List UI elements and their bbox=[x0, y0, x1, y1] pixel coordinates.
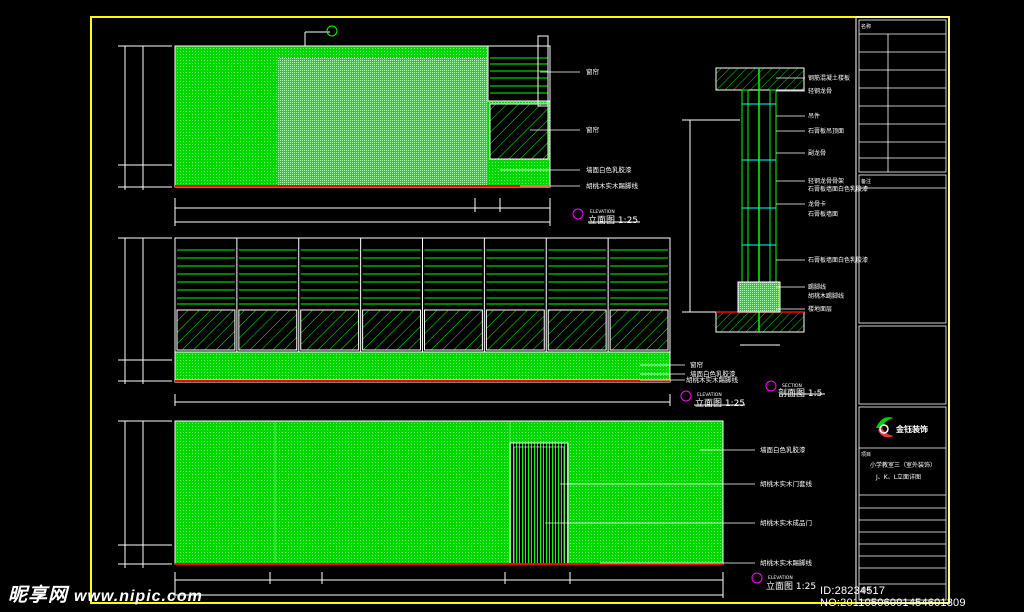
ec-label-3: 胡桃木实木成品门 bbox=[760, 518, 812, 527]
ec-caption: 立面图 1:25 bbox=[766, 580, 816, 592]
inner-border bbox=[855, 16, 950, 604]
watermark-site-name: 昵享网 bbox=[8, 585, 69, 606]
tb-label-1: 名称 bbox=[861, 23, 871, 30]
section-detail bbox=[682, 67, 825, 395]
sec-label-11: 踢脚线 bbox=[808, 283, 826, 291]
sec-label-3: 吊件 bbox=[808, 112, 820, 120]
ea-label-3: 墙面白色乳胶漆 bbox=[586, 165, 632, 174]
sec-label-4: 石膏板吊顶面 bbox=[808, 127, 844, 135]
eb-caption-small: ELEVATION bbox=[697, 392, 722, 398]
ec-label-4: 胡桃木实木踢脚线 bbox=[760, 558, 813, 567]
sec-label-8: 龙骨卡 bbox=[808, 200, 826, 208]
sec-label-12: 胡桃木踢脚线 bbox=[808, 292, 844, 300]
eb-label-3: 胡桃木实木踢脚线 bbox=[686, 375, 739, 384]
elevation-a bbox=[118, 25, 640, 226]
sec-label-9: 石膏板墙面 bbox=[808, 210, 838, 218]
tb-label-3: 项目 bbox=[861, 452, 871, 458]
watermark-url: www.nipic.com bbox=[74, 588, 203, 605]
company-logo bbox=[876, 417, 894, 438]
eb-caption: 立面图 1:25 bbox=[695, 397, 745, 409]
elevation-b bbox=[118, 237, 745, 406]
watermark-id: ID:28234517 NO:20110506091454601309 bbox=[820, 585, 966, 609]
ec-label-1: 墙面白色乳胶漆 bbox=[760, 445, 806, 454]
cad-drawing: 窗帘 窗帘 墙面白色乳胶漆 胡桃木实木踢脚线 ELEVATION 立面图 1:2… bbox=[90, 16, 950, 604]
tb-company: 金钰装饰 bbox=[895, 424, 928, 434]
ec-caption-small: ELEVATION bbox=[768, 575, 793, 581]
tb-label-2: 备注 bbox=[861, 178, 871, 185]
tb-project: 小学教室三（室外装饰） bbox=[870, 461, 936, 469]
title-block bbox=[858, 19, 947, 601]
sec-label-13: 楼地面层 bbox=[808, 305, 832, 313]
ea-caption-small: ELEVATION bbox=[590, 209, 615, 215]
sec-label-6: 轻钢龙骨骨架 bbox=[808, 177, 844, 185]
ea-label-1: 窗帘 bbox=[586, 67, 600, 76]
sec-label-2: 轻钢龙骨 bbox=[808, 87, 832, 95]
tb-drawing-name: J、K、L立面详图 bbox=[875, 473, 921, 481]
watermark-site: 昵享网 www.nipic.com bbox=[8, 580, 203, 607]
ec-label-2: 胡桃木实木门套线 bbox=[760, 479, 813, 488]
ea-caption: 立面图 1:25 bbox=[588, 214, 638, 226]
ea-label-4: 胡桃木实木踢脚线 bbox=[586, 181, 639, 190]
eb-label-1: 窗帘 bbox=[690, 360, 704, 369]
sec-label-5: 副龙骨 bbox=[808, 149, 826, 157]
ea-label-2: 窗帘 bbox=[586, 125, 600, 134]
sec-label-1: 钢筋混凝土楼板 bbox=[808, 74, 850, 82]
elevation-c bbox=[118, 420, 763, 598]
sec-caption: 剖面图 1:5 bbox=[778, 387, 822, 399]
